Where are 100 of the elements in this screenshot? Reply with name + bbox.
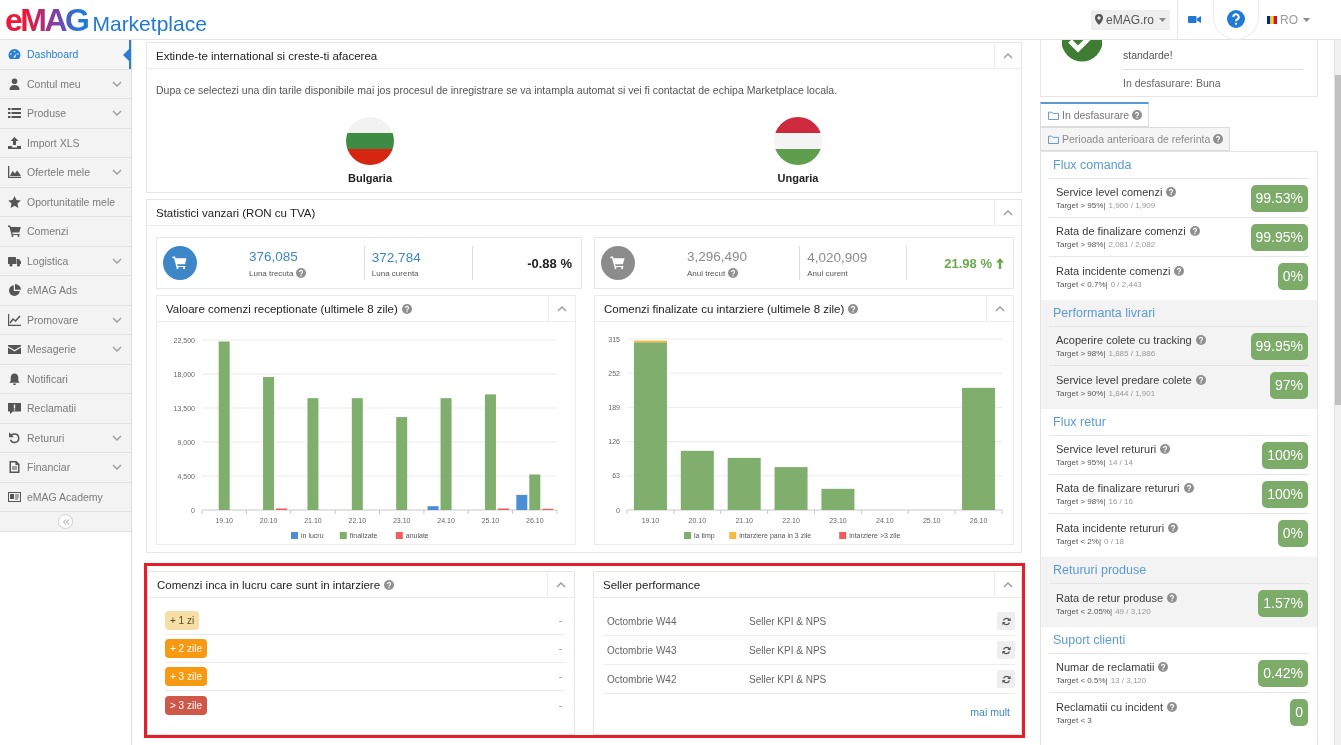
sidebar-item[interactable]: Mesagerie [0,335,131,365]
sidebar-item[interactable]: Produse [0,99,131,129]
help-button[interactable] [1213,0,1259,40]
metric-counts: 1,844 / 1,901 [1108,388,1156,398]
envelope-icon [8,343,21,356]
report-name: Seller KPI & NPS [749,644,827,656]
scrollbar-thumb[interactable] [1335,75,1341,405]
sidebar-item[interactable]: Logistica [0,246,131,276]
arrow-up-icon [996,257,1004,269]
stat-value: 376,085 [249,248,298,265]
upload-icon [8,136,21,149]
map-pin-icon [1095,14,1103,25]
metric-target: Target > 98%| [1056,497,1106,506]
metric-target: Target < 0.5%| [1056,676,1108,685]
metric-value: 100% [1262,480,1308,508]
sidebar-item[interactable]: Retururi [0,423,131,453]
refresh-icon [1001,645,1011,655]
bell-icon [8,372,21,385]
metric-value: 99.95% [1250,332,1308,360]
metric-target: Target > 90%| [1056,388,1106,398]
panel-description: Dupa ce selectezi una din tarile disponibile mai jos procesul de inregistrare se va intampla automat si vei fi contactat de echipa Marketplace locala. [156,83,839,97]
section-title: Retururi produse [1049,557,1309,584]
sidebar-item[interactable]: Ofertele mele [0,158,131,188]
sidebar-item[interactable]: Import XLS [0,128,131,158]
sidebar-item[interactable]: eMAG Ads [0,276,131,306]
delay-tag: > 3 zile [165,695,207,715]
more-link[interactable]: mai mult [970,706,1010,718]
country-option[interactable]: Ungaria [774,117,822,185]
sidebar-collapse-button[interactable] [58,514,73,529]
metric-value: 99.95% [1250,223,1308,251]
double-chevron-left-icon [61,518,70,525]
metric-label: Service level retururi [1056,443,1157,455]
metric-label: Reclamatii cu incident [1056,700,1163,713]
stat-value: 4,020,909 [807,248,868,266]
section-title: Flux comanda [1049,152,1309,179]
language-selector[interactable]: RO [1267,12,1310,27]
metric-label: Rata de finalizare comenzi [1056,225,1186,237]
sidebar-item[interactable]: Reclamatii [0,394,131,424]
metric-label: Rata incidente comenzi [1056,264,1171,277]
stat-label: Luna trecuta [249,268,294,278]
metric-value: 99.53% [1250,184,1308,212]
metric-value: 0% [1277,263,1308,290]
stat-label: Anul curent [807,268,848,278]
metric-label: Rata de retur produse [1056,591,1163,604]
country-option[interactable]: Bulgaria [346,117,394,185]
folder-icon [1048,134,1059,144]
metric-label: Service level predare colete [1056,373,1192,386]
row-value: - [558,699,563,711]
section-title: Suport clienti [1049,627,1309,654]
sidebar-item[interactable]: eMAG Academy [0,482,131,512]
row-value: - [558,671,563,682]
chart-bar [727,457,761,510]
chart-bar [774,467,808,510]
panel-title: Seller performance [603,578,701,591]
metric-counts: 2,081 / 2,082 [1108,240,1156,249]
sidebar-item[interactable]: Comenzi [0,217,131,247]
sidebar-item[interactable]: Notificari [0,364,131,394]
report-name: Seller KPI & NPS [749,673,827,685]
sidebar-item[interactable]: Contul meu [0,69,131,99]
help-icon [1227,10,1245,28]
refresh-button[interactable] [997,670,1015,688]
caret-down-icon [1159,17,1166,22]
caret-down-icon [1303,17,1310,22]
delay-tag: + 1 zi [165,611,200,630]
sidebar-item[interactable]: Oportunitatile mele [0,187,131,217]
refresh-icon [1001,616,1011,626]
metric-label: Rata incidente retururi [1056,521,1165,534]
metric-value: 100% [1262,441,1308,469]
stat-value: 372,784 [371,248,421,266]
sidebar-item[interactable]: Financiar [0,453,131,483]
panel-title: Valoare comenzi receptionate (ultimele 8 zile) [166,302,398,315]
metric-label: Acoperire colete cu tracking [1056,334,1192,346]
star-icon [8,195,21,208]
tab[interactable]: In desfasurare [1040,102,1150,127]
row-value: - [558,643,563,654]
panel-title: Comenzi finalizate cu intarziere (ultimele 8 zile) [604,302,845,315]
sidebar-item[interactable]: Promovare [0,305,131,335]
metric-value: 0% [1277,520,1308,547]
site-selector[interactable]: eMAG.ro [1091,9,1170,30]
truck-icon [8,254,21,267]
list-icon [8,107,21,120]
metric-value: 1.57% [1258,590,1308,617]
status-text: In desfasurare: Buna [1123,76,1222,90]
section-title: Performanta livrari [1049,300,1309,327]
metric-counts: 13 / 3,120 [1110,676,1147,685]
section-title: Flux retur [1049,409,1309,436]
metric-target: Target < 3 [1056,715,1092,725]
sidebar-item[interactable]: Dashboard [0,40,131,70]
id-card-icon [8,490,21,503]
refresh-button[interactable] [997,641,1015,659]
flag-icon [346,117,394,165]
tab[interactable]: Perioada anterioara de referinta [1040,127,1231,151]
refresh-button[interactable] [997,612,1015,630]
metric-label: Service level comenzi [1056,186,1163,198]
flag-icon [774,117,822,165]
metric-target: Target < 2%| [1056,536,1101,546]
stat-change: 21.98 % [944,255,992,271]
area-chart-icon [8,166,21,179]
line-chart-icon [8,313,21,326]
metric-label: Rata de finalizare retururi [1056,482,1180,494]
